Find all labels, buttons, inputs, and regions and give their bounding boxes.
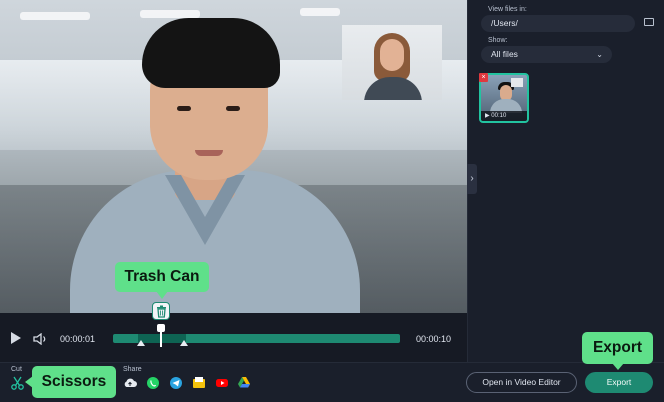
path-value: /Users/ xyxy=(491,18,518,28)
share-label: Share xyxy=(123,366,142,373)
path-field[interactable]: /Users/ xyxy=(481,15,635,32)
current-time: 00:00:01 xyxy=(60,334,96,344)
play-icon[interactable] xyxy=(11,332,21,344)
trash-can-callout: Trash Can xyxy=(115,262,209,292)
trash-icon xyxy=(157,305,166,318)
webcam-person-body xyxy=(364,77,422,100)
google-drive-icon[interactable] xyxy=(237,376,251,390)
player-controls: 00:00:01 00:00:10 xyxy=(0,313,467,362)
playhead-knob[interactable] xyxy=(157,324,165,332)
thumbnail-duration: 00:10 xyxy=(491,113,507,119)
thumbnail-info-bar: ▶ 00:10 xyxy=(481,111,527,121)
show-label: Show: xyxy=(488,37,508,44)
whatsapp-icon[interactable] xyxy=(146,376,160,390)
show-filter-value: All files xyxy=(491,49,518,59)
ceiling-light xyxy=(20,12,90,20)
trim-handle-left[interactable] xyxy=(137,340,145,346)
chevron-right-icon[interactable]: › xyxy=(467,164,477,194)
cloud-upload-icon[interactable] xyxy=(123,376,137,390)
scissors-callout: Scissors xyxy=(32,366,116,398)
video-preview[interactable] xyxy=(0,0,467,313)
telegram-icon[interactable] xyxy=(169,376,183,390)
trash-can-callout-pointer xyxy=(156,291,168,299)
youtube-icon[interactable] xyxy=(215,376,229,390)
export-button[interactable]: Export xyxy=(585,372,653,393)
webcam-overlay[interactable] xyxy=(342,25,442,100)
scissors-callout-pointer xyxy=(25,376,33,388)
presenter-hair xyxy=(142,18,280,88)
open-in-video-editor-button[interactable]: Open in Video Editor xyxy=(466,372,577,393)
export-callout: Export xyxy=(582,332,653,364)
cut-label: Cut xyxy=(11,366,22,373)
delete-segment-button[interactable] xyxy=(152,302,170,320)
folder-icon[interactable] xyxy=(644,18,654,26)
thumbnail-webcam xyxy=(511,78,523,87)
presenter-eye xyxy=(177,106,191,111)
volume-icon[interactable] xyxy=(33,333,49,345)
presenter-eye xyxy=(226,106,240,111)
export-callout-pointer xyxy=(612,363,624,370)
view-files-label: View files in: xyxy=(488,6,527,13)
presenter-mouth xyxy=(195,150,223,156)
ceiling-light xyxy=(300,8,340,16)
chevron-down-icon: ⌄ xyxy=(596,50,603,59)
close-icon[interactable]: × xyxy=(479,73,488,82)
ceiling-light xyxy=(140,10,200,18)
play-icon: ▶ xyxy=(485,113,490,119)
webcam-person-face xyxy=(380,39,404,71)
video-trimmer-window: View files in: /Users/ Show: All files ⌄… xyxy=(0,0,664,402)
show-filter-select[interactable]: All files ⌄ xyxy=(481,46,612,63)
google-drive-file-icon[interactable] xyxy=(192,376,206,390)
trim-handle-right[interactable] xyxy=(180,340,188,346)
total-time: 00:00:10 xyxy=(416,334,452,344)
scissors-icon[interactable] xyxy=(11,376,24,390)
timeline-selection[interactable] xyxy=(138,334,186,343)
file-browser-panel: View files in: /Users/ Show: All files ⌄… xyxy=(467,0,664,362)
